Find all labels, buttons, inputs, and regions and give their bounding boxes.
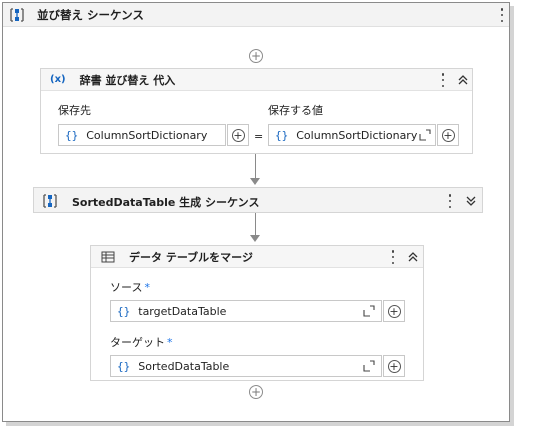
required-marker: * — [167, 336, 173, 349]
assign-value-label: 保存する値 — [268, 104, 323, 117]
connector-line — [255, 154, 256, 178]
sequence-container: 並び替え シーケンス + (x) 辞書 並び替え 代入 保存先 {} Colum… — [2, 2, 510, 422]
chevron-up-icon[interactable] — [457, 74, 469, 86]
assign-target-plus-button[interactable]: + — [227, 124, 249, 146]
assign-value-plus-button[interactable]: + — [437, 124, 459, 146]
sequence-menu-icon[interactable] — [497, 8, 507, 22]
expression-icon: {} — [117, 304, 131, 318]
chevron-down-icon[interactable] — [465, 195, 477, 207]
expand-editor-icon[interactable] — [363, 305, 375, 317]
expression-icon: {} — [117, 359, 131, 373]
sub-sequence-menu-icon[interactable] — [445, 194, 455, 208]
target-value: SortedDataTable — [138, 359, 230, 373]
assign-value-value: ColumnSortDictionary — [296, 128, 418, 142]
merge-datatable-title: データ テーブルをマージ — [129, 250, 253, 264]
merge-datatable-card[interactable]: データ テーブルをマージ ソース * {} targetDataTable + タ… — [90, 245, 424, 381]
connector-line — [255, 213, 256, 235]
required-marker: * — [144, 281, 150, 294]
datatable-icon — [101, 251, 115, 262]
source-plus-button[interactable]: + — [383, 300, 405, 322]
target-field[interactable]: {} SortedDataTable — [110, 355, 382, 377]
sequence-header[interactable]: 並び替え シーケンス — [3, 3, 509, 27]
plus-icon: + — [231, 128, 245, 142]
merge-menu-icon[interactable] — [388, 250, 398, 264]
plus-icon: + — [387, 304, 401, 318]
expand-editor-icon[interactable] — [363, 360, 375, 372]
expand-editor-icon[interactable] — [419, 129, 431, 141]
sequence-title: 並び替え シーケンス — [37, 7, 144, 22]
assign-activity-title: 辞書 並び替え 代入 — [79, 73, 176, 87]
assign-activity-header[interactable]: (x) 辞書 並び替え 代入 — [41, 69, 472, 91]
plus-icon: + — [387, 359, 401, 373]
add-activity-bottom-button[interactable]: + — [249, 385, 263, 399]
variable-icon: (x) — [50, 74, 66, 85]
assign-target-value: ColumnSortDictionary — [86, 128, 208, 142]
chevron-up-icon[interactable] — [407, 251, 419, 263]
add-activity-top-button[interactable]: + — [249, 49, 263, 63]
expression-icon: {} — [65, 128, 79, 142]
assign-target-label: 保存先 — [58, 104, 91, 117]
sequence-icon — [10, 7, 24, 22]
sub-sequence-card[interactable]: SortedDataTable 生成 シーケンス — [33, 187, 483, 213]
assign-value-field[interactable]: {} ColumnSortDictionary — [268, 124, 436, 146]
connector-arrow — [250, 178, 260, 185]
target-label: ターゲット * — [110, 336, 173, 349]
connector-arrow — [250, 235, 260, 242]
expression-icon: {} — [275, 128, 289, 142]
assign-target-field[interactable]: {} ColumnSortDictionary — [58, 124, 226, 146]
assign-activity-card[interactable]: (x) 辞書 並び替え 代入 保存先 {} ColumnSortDictiona… — [40, 68, 473, 154]
assign-menu-icon[interactable] — [438, 73, 448, 87]
source-value: targetDataTable — [138, 304, 227, 318]
plus-icon: + — [441, 128, 455, 142]
source-field[interactable]: {} targetDataTable — [110, 300, 382, 322]
source-label: ソース * — [110, 281, 150, 294]
sequence-icon — [43, 194, 57, 208]
merge-datatable-header[interactable]: データ テーブルをマージ — [91, 246, 423, 268]
equals-sign: = — [254, 130, 264, 143]
sub-sequence-title: SortedDataTable 生成 シーケンス — [72, 196, 260, 209]
target-plus-button[interactable]: + — [383, 355, 405, 377]
